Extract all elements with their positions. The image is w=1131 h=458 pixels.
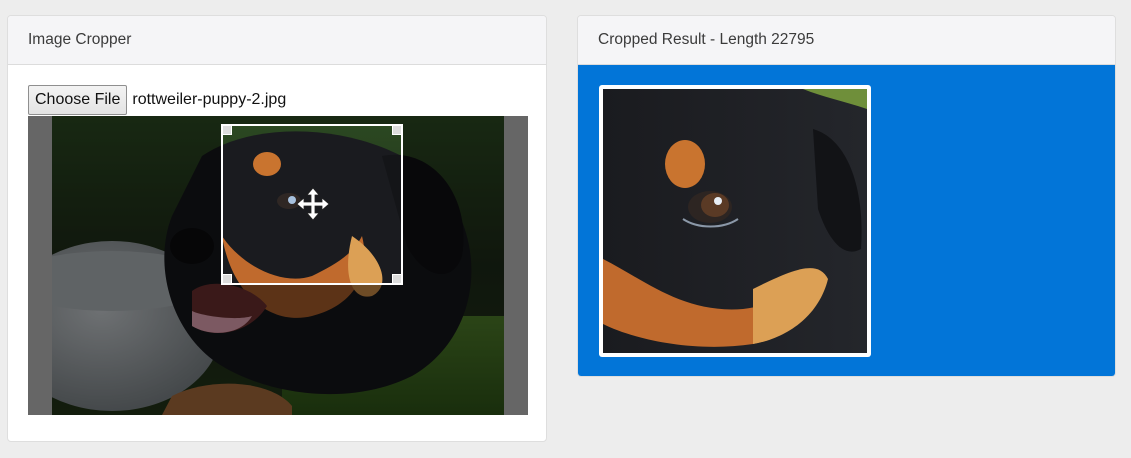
crop-handle-top-right[interactable] (392, 126, 401, 135)
crop-handle-bottom-right[interactable] (392, 274, 401, 283)
cropped-result-panel: Cropped Result - Length 22795 (577, 15, 1116, 377)
cropped-image (603, 89, 867, 353)
crop-handle-top-left[interactable] (223, 126, 232, 135)
image-cropper-panel: Image Cropper Choose File rottweiler-pup… (7, 15, 547, 442)
cropped-result-area (578, 65, 1115, 376)
choose-file-button[interactable]: Choose File (28, 85, 128, 115)
cropped-result-title: Cropped Result - Length 22795 (578, 16, 1115, 65)
file-input[interactable]: Choose File rottweiler-puppy-2.jpg (28, 85, 286, 115)
move-arrows-icon[interactable] (295, 186, 331, 222)
image-cropper-title: Image Cropper (8, 16, 546, 65)
crop-selection-box[interactable] (221, 124, 403, 285)
selected-file-name: rottweiler-puppy-2.jpg (132, 91, 287, 108)
cropped-image-frame (599, 85, 871, 357)
crop-canvas[interactable] (28, 116, 528, 415)
crop-handle-bottom-left[interactable] (223, 274, 232, 283)
